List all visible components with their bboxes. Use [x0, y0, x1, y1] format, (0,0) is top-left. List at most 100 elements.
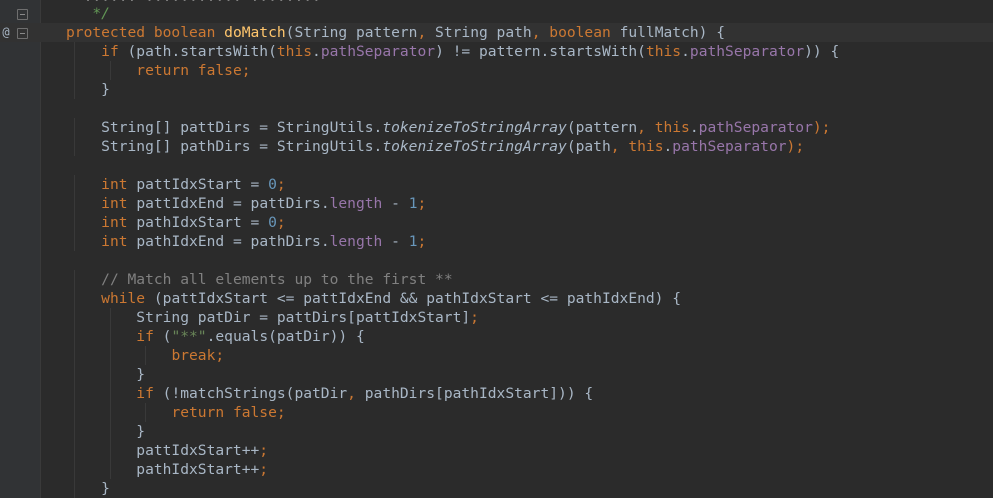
code-token: ;: [417, 195, 427, 212]
code-token: ,: [637, 119, 655, 136]
code-line[interactable]: String[] pathDirs = StringUtils.tokenize…: [66, 137, 839, 156]
indent-guide: [109, 384, 111, 403]
code-token: .: [689, 119, 699, 136]
code-token: }: [66, 480, 110, 497]
code-token: .: [681, 43, 690, 60]
code-line[interactable]: int pathIdxEnd = pathDirs.length - 1;: [66, 232, 839, 251]
indent-guide: [73, 194, 75, 213]
code-token: int: [101, 195, 137, 212]
indent-guide: [145, 346, 147, 365]
indent-guide: [73, 441, 75, 460]
code-line[interactable]: [66, 99, 839, 118]
code-token: */: [66, 5, 110, 22]
indent-guide: [73, 61, 75, 80]
code-token: );: [786, 138, 805, 155]
code-line[interactable]: String[] pattDirs = StringUtils.tokenize…: [66, 118, 839, 137]
code-token: .: [663, 138, 673, 155]
code-line[interactable]: }: [66, 479, 839, 498]
code-line[interactable]: pathIdxStart++;: [66, 460, 839, 479]
code-token: -: [382, 195, 409, 212]
code-editor[interactable]: @ * ...... ........... ........ */protec…: [0, 0, 993, 498]
indent-guide: [109, 308, 111, 327]
code-token: int: [101, 214, 137, 231]
code-token: ;: [417, 233, 427, 250]
indent-guide: [109, 346, 111, 365]
line-gutter[interactable]: [0, 0, 40, 498]
code-token: pattIdxEnd = pattDirs.: [136, 195, 330, 212]
code-token: 0: [268, 214, 277, 231]
indent-guide: [73, 365, 75, 384]
indent-guide: [73, 403, 75, 422]
code-token: protected boolean: [66, 24, 225, 41]
code-token: this: [628, 138, 664, 155]
code-line[interactable]: [66, 156, 839, 175]
gutter-divider: [40, 0, 41, 498]
code-token: ,: [531, 24, 550, 41]
code-token: pattIdxStart++: [66, 442, 260, 459]
code-line[interactable]: if ("**".equals(patDir)) {: [66, 327, 839, 346]
code-token: );: [812, 119, 831, 136]
code-line[interactable]: return false;: [66, 403, 839, 422]
code-token: 0: [268, 176, 277, 193]
code-line[interactable]: */: [66, 4, 839, 23]
code-line[interactable]: // Match all elements up to the first **: [66, 270, 839, 289]
indent-guide: [73, 384, 75, 403]
code-token: int: [101, 176, 137, 193]
code-token: doMatch: [224, 24, 286, 41]
code-line[interactable]: pattIdxStart++;: [66, 441, 839, 460]
code-token: ,: [347, 385, 365, 402]
code-token: .equals(patDir)) {: [206, 328, 365, 345]
fold-start-icon[interactable]: [17, 28, 28, 39]
code-token: tokenizeToStringArray: [382, 138, 567, 155]
code-line[interactable]: if (!matchStrings(patDir, pathDirs[pathI…: [66, 384, 839, 403]
indent-guide: [109, 327, 111, 346]
code-token: pathIdxStart =: [136, 214, 269, 231]
code-line[interactable]: protected boolean doMatch(String pattern…: [66, 23, 839, 42]
code-token: this: [645, 43, 682, 60]
indent-guide: [73, 346, 75, 365]
code-token: length: [329, 233, 383, 250]
code-token: int: [101, 233, 137, 250]
code-line[interactable]: }: [66, 365, 839, 384]
indent-guide: [73, 270, 75, 289]
code-token: String[] pathDirs = StringUtils.: [66, 138, 383, 155]
code-line[interactable]: String patDir = pattDirs[pattIdxStart];: [66, 308, 839, 327]
code-line[interactable]: while (pattIdxStart <= pattIdxEnd && pat…: [66, 289, 839, 308]
code-token: pathIdxEnd = pathDirs.: [136, 233, 330, 250]
code-line[interactable]: }: [66, 422, 839, 441]
code-token: this: [276, 43, 313, 60]
code-token: (!matchStrings(patDir: [162, 385, 348, 402]
code-token: pathIdxStart++: [66, 461, 260, 478]
indent-guide: [73, 80, 75, 99]
code-line[interactable]: if (path.startsWith(this.pathSeparator) …: [66, 42, 839, 61]
code-line[interactable]: return false;: [66, 61, 839, 80]
code-token: (path.startsWith(: [127, 43, 277, 60]
code-line[interactable]: [66, 251, 839, 270]
code-token: ;: [276, 214, 286, 231]
indent-guide: [73, 175, 75, 194]
override-marker-icon[interactable]: @: [0, 24, 12, 40]
code-token: -: [382, 233, 409, 250]
code-token: (String pattern: [285, 24, 418, 41]
indent-guide: [73, 308, 75, 327]
code-line[interactable]: int pattIdxEnd = pattDirs.length - 1;: [66, 194, 839, 213]
code-token: (pattern: [566, 119, 638, 136]
code-line[interactable]: int pathIdxStart = 0;: [66, 213, 839, 232]
code-token: pathSeparator: [672, 138, 787, 155]
indent-guide: [73, 213, 75, 232]
code-line[interactable]: break;: [66, 346, 839, 365]
fold-end-icon[interactable]: [17, 9, 28, 20]
indent-guide: [109, 403, 111, 422]
code-line[interactable]: int pattIdxStart = 0;: [66, 175, 839, 194]
code-token: boolean: [549, 24, 620, 41]
code-lines[interactable]: */protected boolean doMatch(String patte…: [66, 4, 839, 498]
indent-guide: [73, 232, 75, 251]
code-line[interactable]: }: [66, 80, 839, 99]
